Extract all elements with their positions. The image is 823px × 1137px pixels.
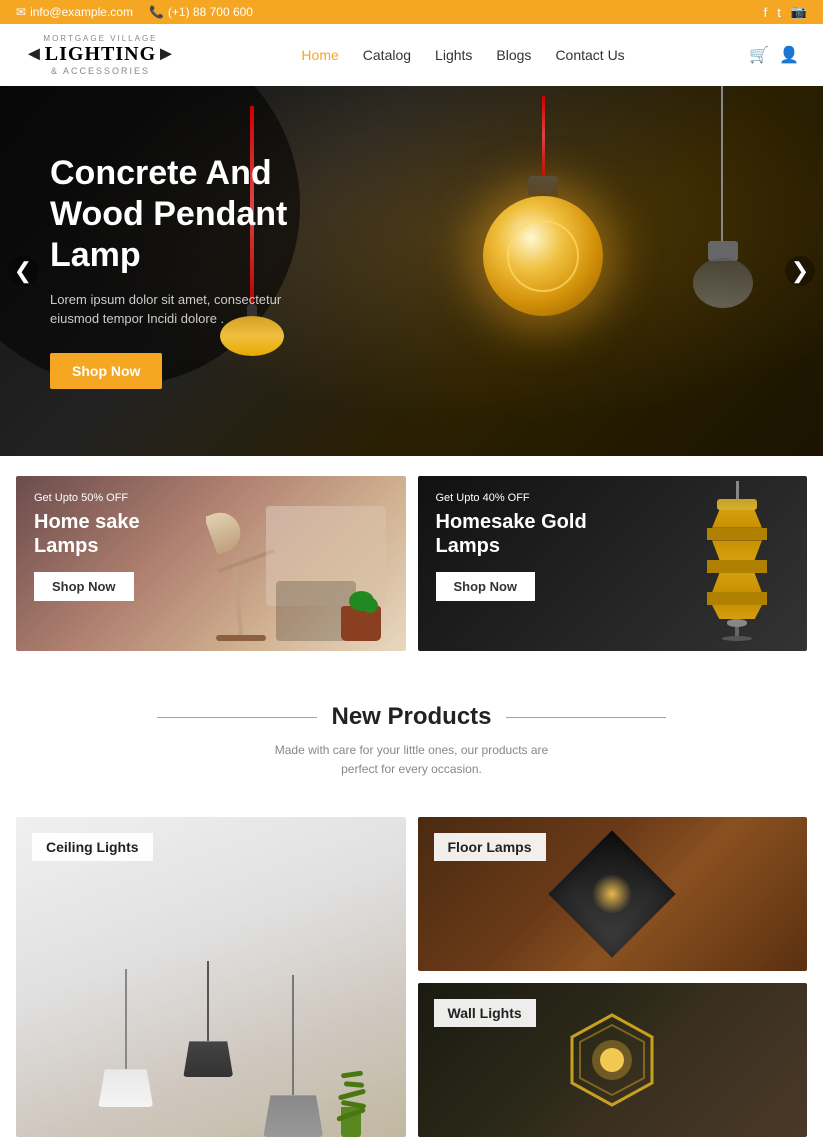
promo-card-1-content: Get Upto 50% OFF Home sakeLamps Shop Now xyxy=(34,492,140,601)
ceiling-lights-label: Ceiling Lights xyxy=(32,833,153,861)
main-nav: MORTGAGE VILLAGE ◄LIGHTING► & ACCESSORIE… xyxy=(0,24,823,86)
promo-card-2-content: Get Upto 40% OFF Homesake GoldLamps Shop… xyxy=(436,492,587,601)
logo-sub: & ACCESSORIES xyxy=(51,66,150,76)
cart-icon[interactable]: 🛒 xyxy=(749,45,769,65)
hero-shop-now-button[interactable]: Shop Now xyxy=(50,353,162,389)
logo-top: MORTGAGE VILLAGE xyxy=(43,34,157,43)
top-bar: ✉ info@example.com 📞 (+1) 88 700 600 f t… xyxy=(0,0,823,24)
facebook-icon[interactable]: f xyxy=(764,5,768,20)
section-subtitle: Made with care for your little ones, our… xyxy=(16,741,807,779)
product-col-right: Floor Lamps Wall Lights xyxy=(418,817,808,1137)
phone-icon: 📞 xyxy=(149,5,164,19)
promo-1-shop-button[interactable]: Shop Now xyxy=(34,572,134,601)
email-text: info@example.com xyxy=(30,5,133,19)
globe-socket xyxy=(528,176,558,196)
promo-section: Get Upto 50% OFF Home sakeLamps Shop Now xyxy=(16,476,807,651)
logo: MORTGAGE VILLAGE ◄LIGHTING► & ACCESSORIE… xyxy=(24,34,177,76)
section-header: New Products xyxy=(16,703,807,731)
wall-lights-label: Wall Lights xyxy=(434,999,536,1027)
nav-lights[interactable]: Lights xyxy=(435,47,472,63)
nav-home[interactable]: Home xyxy=(301,47,338,63)
hero-prev-arrow[interactable]: ❮ xyxy=(8,256,38,286)
hero-content: Concrete And Wood Pendant Lamp Lorem ips… xyxy=(0,113,380,428)
user-icon[interactable]: 👤 xyxy=(779,45,799,65)
ceiling-lights-card[interactable]: Ceiling Lights xyxy=(16,817,406,1137)
section-line-left xyxy=(157,717,317,718)
social-links: f t 📷 xyxy=(764,4,807,20)
hero-description: Lorem ipsum dolor sit amet, consectetur … xyxy=(50,290,330,329)
email-icon: ✉ xyxy=(16,5,26,19)
promo-card-1: Get Upto 50% OFF Home sakeLamps Shop Now xyxy=(16,476,406,651)
promo-1-title: Home sakeLamps xyxy=(34,510,140,558)
hero-globe-lamp xyxy=(483,96,603,316)
logo-main: ◄LIGHTING► xyxy=(24,43,177,66)
globe-cord xyxy=(542,96,545,176)
promo-card-2: Get Upto 40% OFF Homesake GoldLamps Shop… xyxy=(418,476,808,651)
nav-links: Home Catalog Lights Blogs Contact Us xyxy=(301,47,624,63)
phone-text: (+1) 88 700 600 xyxy=(168,5,253,19)
twitter-icon[interactable]: t xyxy=(777,5,781,20)
promo-1-off: Get Upto 50% OFF xyxy=(34,492,140,504)
hero-next-arrow[interactable]: ❯ xyxy=(785,256,815,286)
product-col-left: Ceiling Lights xyxy=(16,817,406,1137)
hex-svg xyxy=(562,1010,662,1110)
nav-catalog[interactable]: Catalog xyxy=(363,47,411,63)
globe-filament xyxy=(507,220,579,292)
nav-contact[interactable]: Contact Us xyxy=(555,47,624,63)
floor-lamps-card[interactable]: Floor Lamps xyxy=(418,817,808,971)
hero-title: Concrete And Wood Pendant Lamp xyxy=(50,153,330,275)
floor-lamps-label: Floor Lamps xyxy=(434,833,546,861)
hero-section: Concrete And Wood Pendant Lamp Lorem ips… xyxy=(0,86,823,456)
instagram-icon[interactable]: 📷 xyxy=(791,4,807,20)
nav-icons: 🛒 👤 xyxy=(749,45,799,65)
section-title: New Products xyxy=(331,703,491,731)
globe-bulb xyxy=(483,196,603,316)
top-bar-contact: ✉ info@example.com 📞 (+1) 88 700 600 xyxy=(16,5,253,19)
section-line-right xyxy=(506,717,666,718)
promo-2-shop-button[interactable]: Shop Now xyxy=(436,572,536,601)
promo-2-off: Get Upto 40% OFF xyxy=(436,492,587,504)
phone-info: 📞 (+1) 88 700 600 xyxy=(149,5,253,19)
nav-blogs[interactable]: Blogs xyxy=(496,47,531,63)
new-products-section: New Products Made with care for your lit… xyxy=(0,671,823,817)
promo-2-title: Homesake GoldLamps xyxy=(436,510,587,558)
wall-lights-card[interactable]: Wall Lights xyxy=(418,983,808,1137)
email-info: ✉ info@example.com xyxy=(16,5,133,19)
product-grid: Ceiling Lights Floor Lamps xyxy=(16,817,807,1137)
